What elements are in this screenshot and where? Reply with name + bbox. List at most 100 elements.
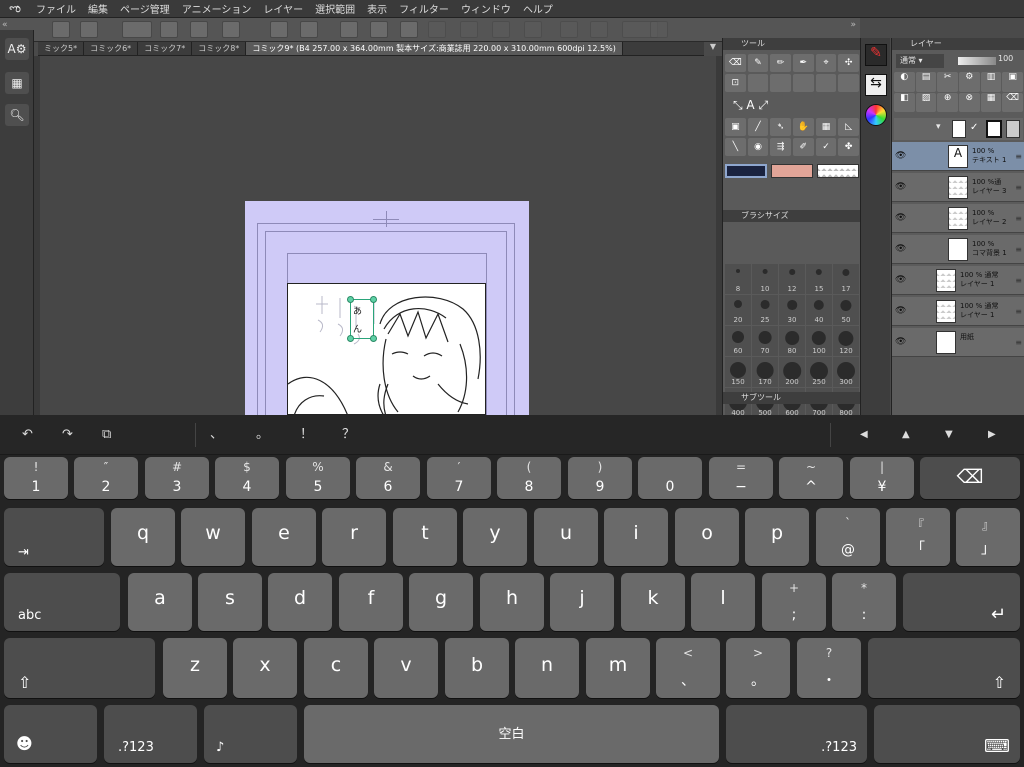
- brush-size-cell[interactable]: 300: [833, 357, 859, 387]
- toolbar-button[interactable]: [80, 21, 98, 38]
- cursor-arrow-icon[interactable]: ▲: [902, 415, 910, 455]
- opacity-slider[interactable]: [958, 57, 996, 65]
- eye-icon[interactable]: 👁︎: [895, 306, 907, 316]
- brush-size-cell[interactable]: 250: [806, 357, 832, 387]
- brush-size-cell[interactable]: 60: [725, 326, 751, 356]
- brush-size-cell[interactable]: 120: [833, 326, 859, 356]
- brush-size-cell[interactable]: 20: [725, 295, 751, 325]
- symbol-key[interactable]: ? ・: [797, 638, 861, 698]
- sub-color-swatch[interactable]: [771, 164, 813, 178]
- brush-size-cell[interactable]: 200: [779, 357, 805, 387]
- letter-key[interactable]: u: [534, 508, 598, 566]
- text-bounding-box[interactable]: あ ん: [350, 299, 374, 339]
- brush-size-cell[interactable]: 15: [806, 264, 832, 294]
- redo-icon[interactable]: ↷: [62, 415, 73, 455]
- layer-folder-row[interactable]: ▾ ✓: [894, 118, 1023, 140]
- toolbar-button[interactable]: [122, 21, 152, 38]
- tool-button[interactable]: ✓: [815, 138, 837, 156]
- tool-button[interactable]: [792, 74, 814, 92]
- collapse-right-icon[interactable]: »: [850, 20, 856, 30]
- tool-button[interactable]: [770, 74, 791, 92]
- tool-button[interactable]: ✐: [792, 138, 814, 156]
- transparent-color-swatch[interactable]: [817, 164, 859, 178]
- layer-command-button[interactable]: ▣: [1002, 72, 1023, 92]
- numbers-key-left[interactable]: .?123: [104, 705, 197, 763]
- document-tab[interactable]: ミック5*: [38, 42, 85, 55]
- drag-handle-icon[interactable]: ≡: [1015, 307, 1022, 316]
- number-key[interactable]: ″ 2: [74, 457, 138, 499]
- layer-row[interactable]: 👁︎ A 100 % テキスト 1 ≡: [892, 142, 1024, 171]
- cursor-arrow-icon[interactable]: ▼: [945, 415, 953, 455]
- toolbar-button[interactable]: [222, 21, 240, 38]
- letter-key[interactable]: h: [480, 573, 544, 631]
- resize-handle[interactable]: [347, 296, 354, 303]
- tab-menu-icon[interactable]: ▼: [704, 42, 722, 56]
- quicktype-punct[interactable]: ！: [300, 415, 313, 455]
- document-tab[interactable]: コミック9* (B4 257.00 x 364.00mm 製本サイズ:商業誌用 …: [246, 42, 623, 55]
- symbol-key[interactable]: >。: [726, 638, 790, 698]
- emoji-key[interactable]: ☻: [4, 705, 97, 763]
- menu-item[interactable]: フィルター: [393, 1, 455, 16]
- toolbar-button[interactable]: [160, 21, 178, 38]
- color-set-icon[interactable]: ✎: [865, 44, 887, 66]
- resize-handle[interactable]: [347, 335, 354, 342]
- cursor-arrow-icon[interactable]: ◀: [860, 415, 868, 455]
- eye-icon[interactable]: 👁︎: [895, 151, 907, 161]
- toolbar-button[interactable]: [370, 21, 388, 38]
- layer-command-button[interactable]: ⊕: [937, 92, 958, 112]
- tool-button[interactable]: ⌖: [815, 54, 837, 72]
- toolbar-button[interactable]: [560, 21, 578, 38]
- letter-key[interactable]: l: [691, 573, 755, 631]
- eye-icon[interactable]: 👁︎: [895, 337, 907, 347]
- symbol-key[interactable]: <、: [656, 638, 720, 698]
- delete-key[interactable]: ⌫: [920, 457, 1020, 499]
- layer-row[interactable]: 👁︎ 100 % 通常 レイヤー 1 ≡: [892, 297, 1024, 326]
- letter-key[interactable]: c: [304, 638, 368, 698]
- numbers-key-right[interactable]: .?123: [726, 705, 867, 763]
- resize-handle[interactable]: [370, 335, 377, 342]
- layer-row[interactable]: 👁︎ 100 % 通常 レイヤー 1 ≡: [892, 266, 1024, 295]
- tool-button[interactable]: ⊡: [725, 74, 746, 92]
- toolbar-button[interactable]: [300, 21, 318, 38]
- menu-item[interactable]: 編集: [82, 1, 114, 16]
- dictation-key[interactable]: ♪: [204, 705, 297, 763]
- symbol-key[interactable]: 』」: [956, 508, 1020, 566]
- navigator-icon[interactable]: ▦: [5, 72, 29, 94]
- letter-key[interactable]: k: [621, 573, 685, 631]
- symbol-key[interactable]: +;: [762, 573, 826, 631]
- number-key[interactable]: #3: [145, 457, 209, 499]
- letter-key[interactable]: f: [339, 573, 403, 631]
- number-key[interactable]: ′ 7: [427, 457, 491, 499]
- toolbar-button[interactable]: [190, 21, 208, 38]
- letter-key[interactable]: s: [198, 573, 262, 631]
- symbol-key[interactable]: ` @: [816, 508, 880, 566]
- brush-size-cell[interactable]: 40: [806, 295, 832, 325]
- tool-button[interactable]: ✣: [838, 54, 859, 72]
- brush-size-cell[interactable]: 25: [752, 295, 778, 325]
- letter-key[interactable]: n: [515, 638, 579, 698]
- eye-icon[interactable]: 👁︎: [895, 244, 907, 254]
- letter-key[interactable]: r: [322, 508, 386, 566]
- symbol-key[interactable]: *:: [832, 573, 896, 631]
- comic-frame[interactable]: [287, 283, 486, 415]
- letter-key[interactable]: j: [550, 573, 614, 631]
- app-logo-icon[interactable]: ಌ: [0, 1, 30, 16]
- layer-command-button[interactable]: ✂: [937, 72, 958, 92]
- toolbar-button[interactable]: [492, 21, 510, 38]
- document-tab[interactable]: コミック6*: [84, 42, 139, 55]
- tool-button[interactable]: [838, 74, 859, 92]
- letter-key[interactable]: v: [374, 638, 438, 698]
- tool-button[interactable]: ✏: [770, 54, 791, 72]
- resize-handle[interactable]: [370, 296, 377, 303]
- drag-handle-icon[interactable]: ≡: [1015, 152, 1022, 161]
- document-tab[interactable]: コミック8*: [192, 42, 247, 55]
- eye-icon[interactable]: 👁︎: [895, 182, 907, 192]
- color-wheel-icon[interactable]: [865, 104, 887, 126]
- layer-command-button[interactable]: ▥: [980, 72, 1002, 92]
- number-key[interactable]: ! 1: [4, 457, 68, 499]
- tool-property-icon[interactable]: A⚙: [5, 38, 29, 60]
- color-swap-icon[interactable]: ⇆: [865, 74, 887, 96]
- drag-handle-icon[interactable]: ≡: [1015, 214, 1022, 223]
- search-icon[interactable]: 🔍︎: [5, 104, 29, 126]
- symbol-key[interactable]: 『「: [886, 508, 950, 566]
